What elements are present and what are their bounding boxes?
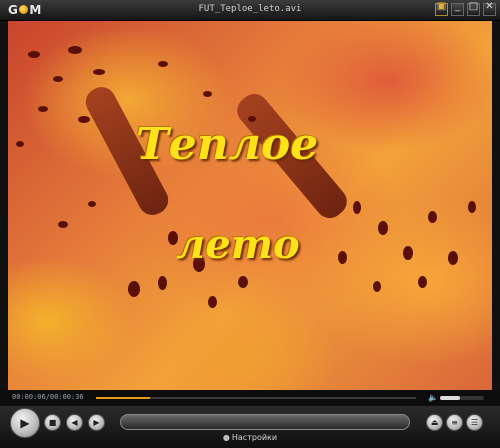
petal-speck (68, 46, 82, 54)
petal-speck (93, 69, 105, 75)
petal-speck (28, 51, 40, 58)
menu-button[interactable]: ☰ (466, 414, 483, 431)
time-display[interactable]: 00:00:06/00:00:36 (12, 393, 84, 401)
gear-icon: ● (222, 433, 230, 442)
petal-speck (208, 296, 217, 308)
petal-speck (158, 276, 167, 290)
petal-speck (373, 281, 381, 292)
previous-icon: ◀ (71, 418, 78, 427)
petal-speck (378, 221, 388, 235)
play-icon: ▶ (20, 416, 30, 430)
maximize-icon: □ (468, 1, 479, 12)
next-icon: ▶ (93, 418, 100, 427)
playlist-button[interactable]: ≡ (446, 414, 463, 431)
seek-bar[interactable] (96, 397, 416, 399)
title-bar[interactable]: GM FUT_Teploe_leto.avi ▣ _ □ ✕ (0, 0, 500, 21)
petal-speck (58, 221, 68, 228)
petal-speck (53, 76, 63, 82)
petal-speck (403, 246, 413, 260)
minimize-icon: _ (455, 1, 460, 12)
petal-speck (238, 276, 248, 288)
seek-progress (96, 397, 151, 399)
settings-label: Настройки (231, 433, 278, 442)
petal-speck (203, 91, 212, 97)
petal-speck (418, 276, 427, 288)
window-title: FUT_Teploe_leto.avi (198, 4, 302, 14)
speaker-icon[interactable]: 🔈 (428, 393, 438, 402)
caption-line-2: лето (176, 221, 300, 268)
stop-icon: ■ (48, 418, 57, 427)
petal-speck (338, 251, 347, 264)
seek-row: 00:00:06/00:00:36 🔈 (0, 391, 500, 405)
petal-speck (38, 106, 48, 112)
volume-level (440, 396, 460, 400)
petal-speck (88, 201, 96, 207)
control-bar: ▶ ■ ◀ ▶ ⏏ ≡ ☰ ● Настройки (0, 406, 500, 448)
menu-icon: ☰ (470, 418, 479, 427)
player-window: GM FUT_Teploe_leto.avi ▣ _ □ ✕ Теплое ле… (0, 0, 500, 448)
petal-speck (78, 116, 90, 123)
petal-speck (428, 211, 437, 223)
info-bar[interactable] (120, 414, 410, 430)
settings-button[interactable]: ● Настройки (0, 433, 500, 442)
stop-button[interactable]: ■ (44, 414, 61, 431)
petal-speck (158, 61, 168, 67)
eject-icon: ⏏ (430, 418, 439, 427)
maximize-button[interactable]: □ (467, 1, 480, 16)
video-frame[interactable]: Теплое лето (8, 21, 492, 390)
previous-button[interactable]: ◀ (66, 414, 83, 431)
petal-speck (128, 281, 140, 297)
minimize-button[interactable]: _ (451, 1, 464, 16)
petal-speck (448, 251, 458, 265)
volume-slider[interactable] (440, 396, 484, 400)
next-button[interactable]: ▶ (88, 414, 105, 431)
playlist-icon: ≡ (451, 418, 458, 427)
caption-line-1: Теплое (136, 119, 319, 170)
fullscreen-button[interactable]: ▣ (435, 1, 448, 16)
open-file-button[interactable]: ⏏ (426, 414, 443, 431)
window-buttons: ▣ _ □ ✕ (435, 1, 496, 16)
petal-speck (16, 141, 24, 147)
close-button[interactable]: ✕ (483, 1, 496, 16)
fullscreen-icon: ▣ (436, 1, 447, 12)
close-icon: ✕ (485, 1, 494, 12)
petal-speck (468, 201, 476, 213)
petal-speck (353, 201, 361, 214)
